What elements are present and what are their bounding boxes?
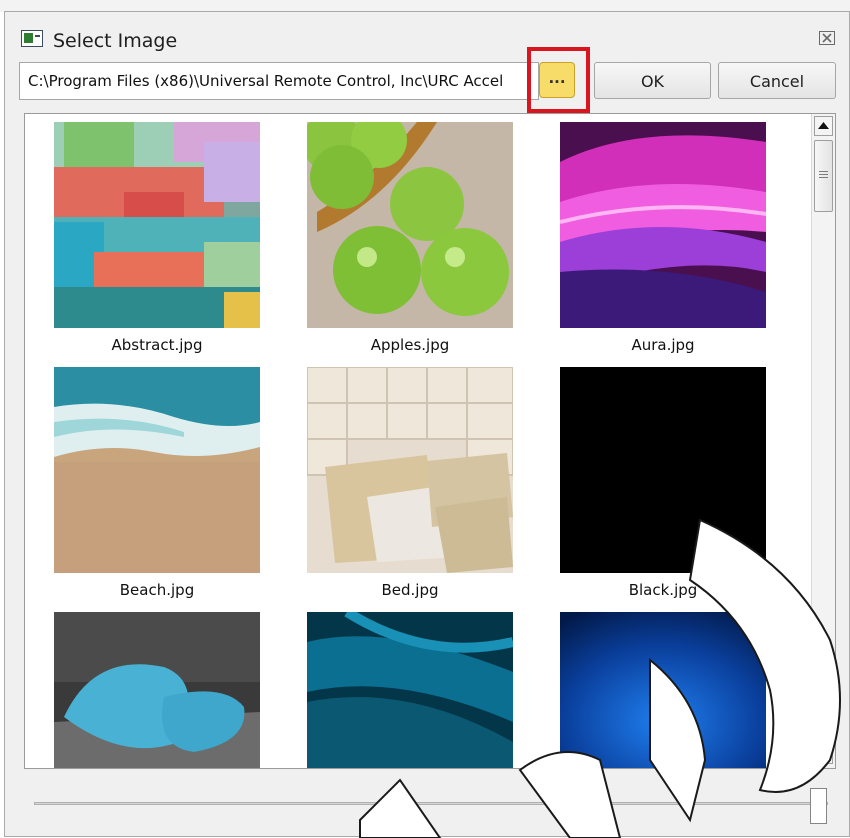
scrollbar-thumb[interactable] — [814, 140, 833, 212]
image-caption: Apples.jpg — [370, 336, 450, 354]
browse-button-highlight — [527, 47, 590, 113]
thumbnail-bed[interactable] — [307, 367, 513, 573]
image-caption: Bed.jpg — [381, 581, 439, 599]
thumbnail-black[interactable] — [560, 367, 766, 573]
zoom-slider-track[interactable] — [34, 802, 828, 805]
path-input[interactable]: C:\Program Files (x86)\Universal Remote … — [19, 62, 539, 100]
window-title: Select Image — [53, 30, 178, 52]
zoom-slider-thumb[interactable] — [810, 788, 827, 824]
image-caption: Abstract.jpg — [111, 336, 203, 354]
title-bar: Select Image — [5, 12, 849, 62]
thumbnail-aura[interactable] — [560, 122, 766, 328]
close-icon[interactable] — [819, 31, 835, 45]
scroll-up-arrow-icon[interactable] — [814, 116, 833, 136]
thumbnail-blue-gradient[interactable] — [560, 612, 766, 768]
image-list: Abstract.jpg Apples.jpg Aura.jpg Beach.j… — [24, 113, 836, 769]
thumbnail-apples[interactable] — [307, 122, 513, 328]
cancel-button[interactable]: Cancel — [718, 62, 836, 99]
image-caption: Aura.jpg — [631, 336, 695, 354]
vertical-scrollbar[interactable] — [811, 114, 835, 768]
image-caption: Black.jpg — [628, 581, 698, 599]
thumbnail-beach[interactable] — [54, 367, 260, 573]
image-caption: Beach.jpg — [119, 581, 195, 599]
thumbnail-blue-silk[interactable] — [307, 612, 513, 768]
thumbnail-pillows[interactable] — [54, 612, 260, 768]
thumbnail-abstract[interactable] — [54, 122, 260, 328]
ok-button[interactable]: OK — [594, 62, 711, 99]
app-window-icon — [21, 30, 43, 47]
scroll-down-arrow-icon[interactable] — [814, 744, 833, 764]
